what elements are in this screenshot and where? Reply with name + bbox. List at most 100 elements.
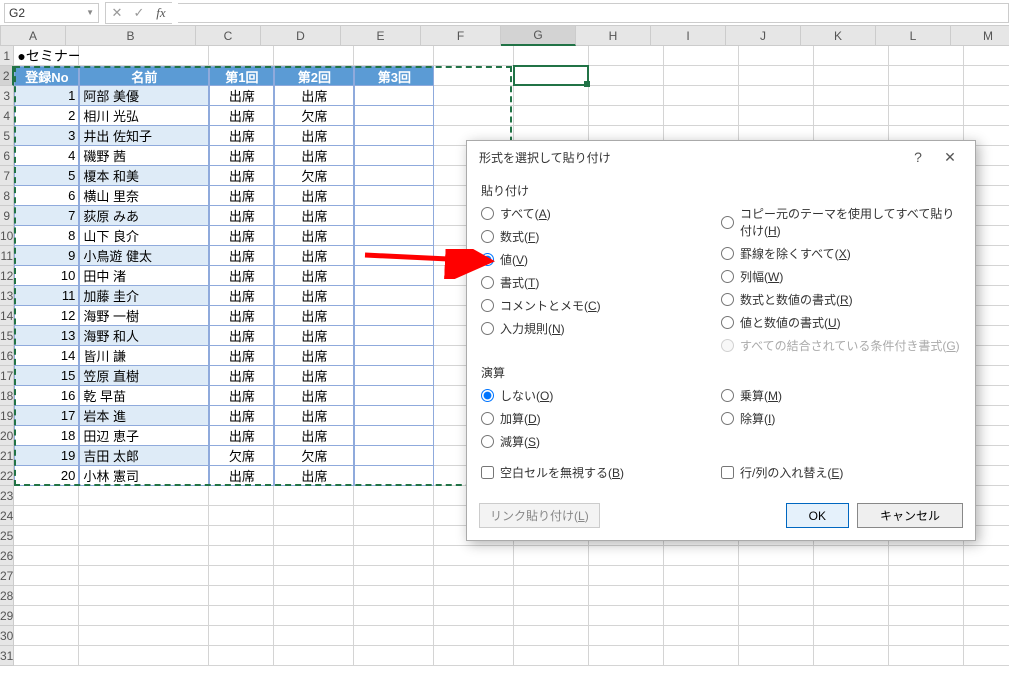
cell-E22[interactable]	[354, 466, 434, 486]
cell-I2[interactable]	[664, 66, 739, 86]
cell-B15[interactable]: 海野 和人	[79, 326, 209, 346]
cell-D27[interactable]	[274, 566, 354, 586]
cell-K31[interactable]	[814, 646, 889, 666]
cell-A12[interactable]: 10	[14, 266, 79, 286]
cell-B19[interactable]: 岩本 進	[79, 406, 209, 426]
cell-D13[interactable]: 出席	[274, 286, 354, 306]
cell-E8[interactable]	[354, 186, 434, 206]
cell-B25[interactable]	[79, 526, 209, 546]
cell-B20[interactable]: 田辺 恵子	[79, 426, 209, 446]
cell-C8[interactable]: 出席	[209, 186, 274, 206]
cell-L27[interactable]	[889, 566, 964, 586]
cell-B1[interactable]	[79, 46, 209, 66]
cell-A10[interactable]: 8	[14, 226, 79, 246]
cell-F3[interactable]	[434, 86, 514, 106]
cell-J29[interactable]	[739, 606, 814, 626]
cell-E30[interactable]	[354, 626, 434, 646]
help-icon[interactable]: ?	[903, 149, 933, 166]
cell-D3[interactable]: 出席	[274, 86, 354, 106]
cell-C17[interactable]: 出席	[209, 366, 274, 386]
cell-H28[interactable]	[589, 586, 664, 606]
row-header-27[interactable]: 27	[0, 566, 14, 586]
cell-B26[interactable]	[79, 546, 209, 566]
column-header-A[interactable]: A	[1, 26, 66, 46]
cell-B2[interactable]: 名前	[79, 66, 209, 86]
cell-I29[interactable]	[664, 606, 739, 626]
column-header-H[interactable]: H	[576, 26, 651, 46]
cell-H29[interactable]	[589, 606, 664, 626]
cell-E21[interactable]	[354, 446, 434, 466]
select-all-corner[interactable]	[0, 26, 1, 46]
cell-B6[interactable]: 磯野 茜	[79, 146, 209, 166]
cell-I26[interactable]	[664, 546, 739, 566]
cell-A15[interactable]: 13	[14, 326, 79, 346]
cell-D4[interactable]: 欠席	[274, 106, 354, 126]
cell-A7[interactable]: 5	[14, 166, 79, 186]
cell-B28[interactable]	[79, 586, 209, 606]
cell-C25[interactable]	[209, 526, 274, 546]
row-header-15[interactable]: 15	[0, 326, 14, 346]
cell-K29[interactable]	[814, 606, 889, 626]
cell-J28[interactable]	[739, 586, 814, 606]
cell-A19[interactable]: 17	[14, 406, 79, 426]
option-noborder[interactable]: 罫線を除くすべて(X)	[721, 245, 961, 262]
cell-E17[interactable]	[354, 366, 434, 386]
cell-F30[interactable]	[434, 626, 514, 646]
cell-D23[interactable]	[274, 486, 354, 506]
cell-C26[interactable]	[209, 546, 274, 566]
row-header-1[interactable]: 1	[0, 46, 14, 66]
cell-A29[interactable]	[14, 606, 79, 626]
cell-A20[interactable]: 18	[14, 426, 79, 446]
cell-G29[interactable]	[514, 606, 589, 626]
cell-I4[interactable]	[664, 106, 739, 126]
cell-D24[interactable]	[274, 506, 354, 526]
option-div[interactable]: 除算(I)	[721, 410, 961, 427]
cell-L1[interactable]	[889, 46, 964, 66]
cell-E31[interactable]	[354, 646, 434, 666]
option-add[interactable]: 加算(D)	[481, 410, 721, 427]
cell-K1[interactable]	[814, 46, 889, 66]
cell-J3[interactable]	[739, 86, 814, 106]
column-header-L[interactable]: L	[876, 26, 951, 46]
cell-D31[interactable]	[274, 646, 354, 666]
cell-H26[interactable]	[589, 546, 664, 566]
cell-A3[interactable]: 1	[14, 86, 79, 106]
cell-B13[interactable]: 加藤 圭介	[79, 286, 209, 306]
cell-F1[interactable]	[434, 46, 514, 66]
cell-J27[interactable]	[739, 566, 814, 586]
cell-A1[interactable]: ●セミナー受講者名簿	[14, 46, 79, 66]
cell-E2[interactable]: 第3回	[354, 66, 434, 86]
cell-D12[interactable]: 出席	[274, 266, 354, 286]
column-header-M[interactable]: M	[951, 26, 1009, 46]
cell-A4[interactable]: 2	[14, 106, 79, 126]
cell-G27[interactable]	[514, 566, 589, 586]
cell-B16[interactable]: 皆川 謙	[79, 346, 209, 366]
cell-H2[interactable]	[589, 66, 664, 86]
cell-D25[interactable]	[274, 526, 354, 546]
cell-B3[interactable]: 阿部 美優	[79, 86, 209, 106]
cell-E11[interactable]	[354, 246, 434, 266]
cell-A17[interactable]: 15	[14, 366, 79, 386]
column-header-E[interactable]: E	[341, 26, 421, 46]
cell-A5[interactable]: 3	[14, 126, 79, 146]
cell-A9[interactable]: 7	[14, 206, 79, 226]
cell-C3[interactable]: 出席	[209, 86, 274, 106]
cell-F2[interactable]	[434, 66, 514, 86]
column-header-K[interactable]: K	[801, 26, 876, 46]
row-header-31[interactable]: 31	[0, 646, 14, 666]
cell-D30[interactable]	[274, 626, 354, 646]
skip-blanks-checkbox[interactable]: 空白セルを無視する(B)	[481, 464, 721, 481]
row-header-5[interactable]: 5	[0, 126, 14, 146]
option-formnum[interactable]: 数式と数値の書式(R)	[721, 291, 961, 308]
cell-G28[interactable]	[514, 586, 589, 606]
cell-L29[interactable]	[889, 606, 964, 626]
cell-B24[interactable]	[79, 506, 209, 526]
cell-K4[interactable]	[814, 106, 889, 126]
option-formats[interactable]: 書式(T)	[481, 274, 721, 291]
cell-B8[interactable]: 横山 里奈	[79, 186, 209, 206]
cell-B11[interactable]: 小鳥遊 健太	[79, 246, 209, 266]
cell-F29[interactable]	[434, 606, 514, 626]
cell-D8[interactable]: 出席	[274, 186, 354, 206]
cell-E7[interactable]	[354, 166, 434, 186]
cell-M26[interactable]	[964, 546, 1009, 566]
